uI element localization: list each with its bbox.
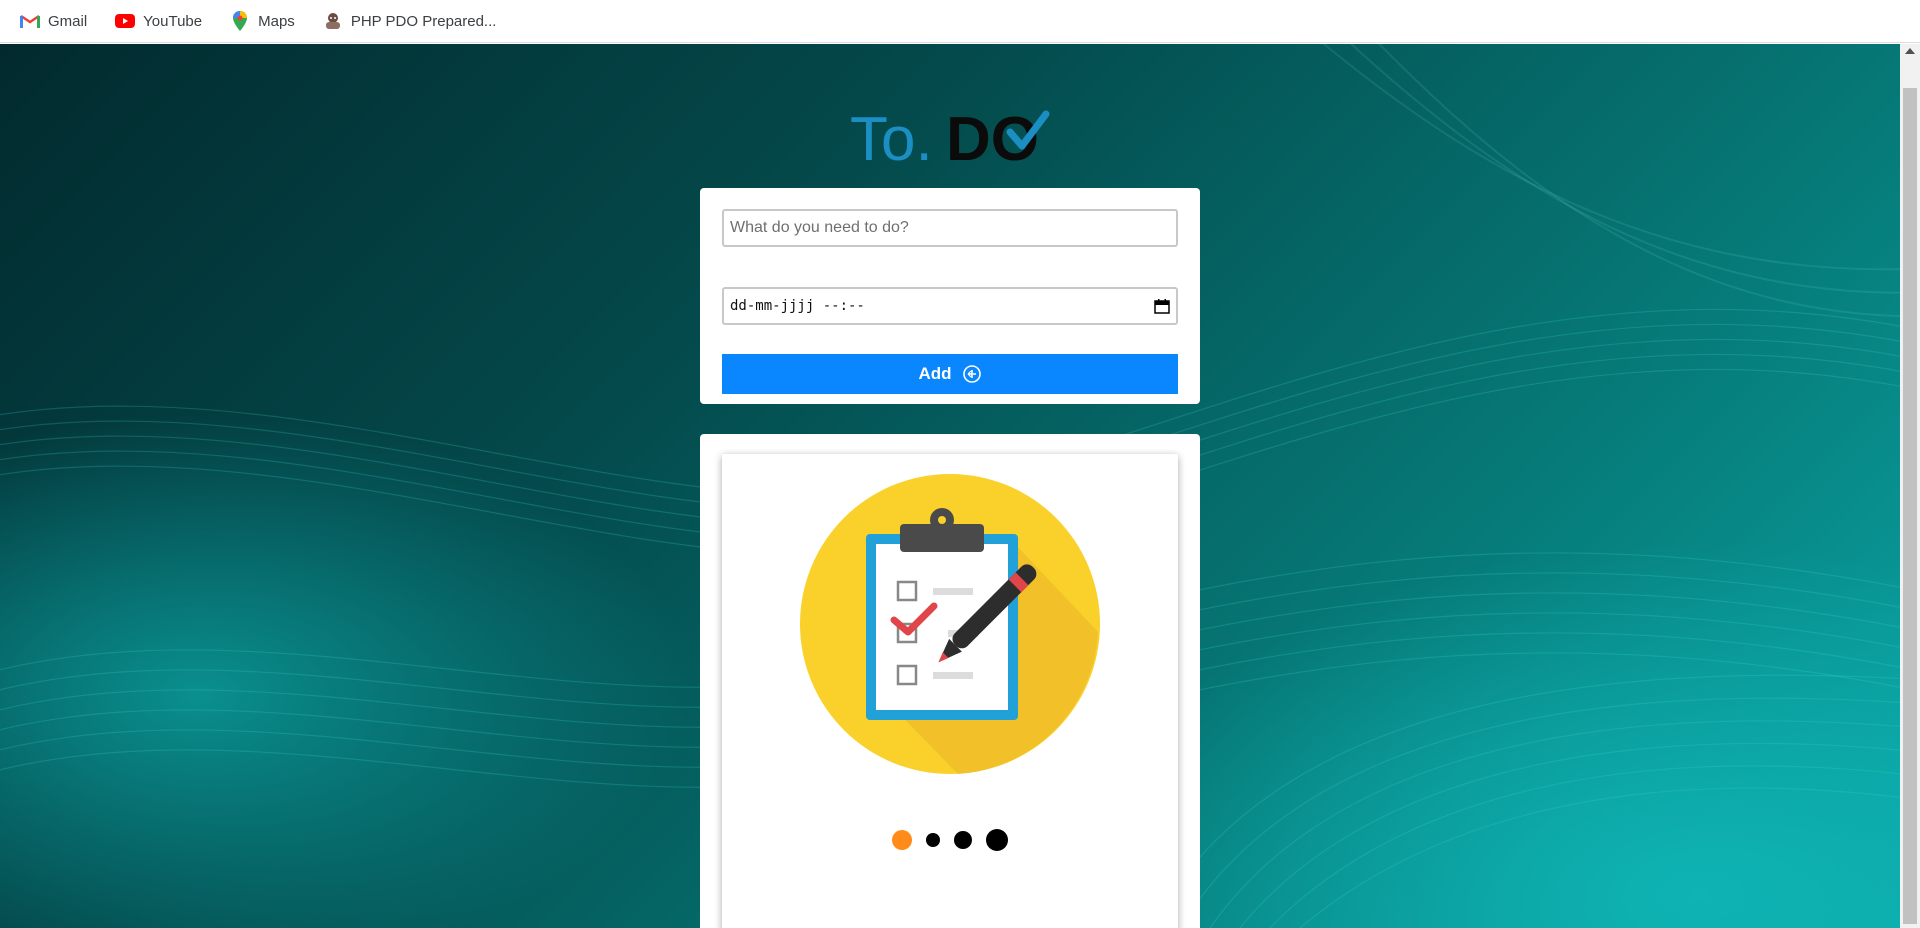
scroll-up-arrow-icon[interactable] [1905, 48, 1915, 54]
maps-pin-icon [230, 11, 250, 31]
empty-state-carousel [722, 454, 1178, 928]
bookmark-label: Maps [258, 12, 295, 30]
bookmark-youtube[interactable]: YouTube [109, 7, 208, 35]
carousel-dot[interactable] [926, 833, 940, 847]
logo-text-light: To. [850, 105, 933, 172]
todo-logo: To. DO [850, 105, 1050, 172]
vertical-scrollbar[interactable] [1900, 44, 1920, 928]
page-background: To. DO dd-mm-jjjj --:-- Add [0, 44, 1920, 928]
bookmark-label: YouTube [143, 12, 203, 30]
add-button[interactable]: Add [722, 354, 1178, 394]
bookmark-label: Gmail [48, 12, 88, 30]
carousel-dot[interactable] [892, 830, 912, 850]
bookmark-maps[interactable]: Maps [224, 7, 301, 35]
scroll-thumb[interactable] [1903, 88, 1917, 924]
bookmarks-bar: Gmail YouTube Maps PHP PDO Prepared... [0, 0, 1920, 43]
site-favicon-icon [323, 11, 343, 31]
add-button-label: Add [918, 364, 952, 383]
carousel-dot[interactable] [986, 829, 1008, 851]
clipboard-checklist-icon [800, 474, 1100, 774]
carousel-dots [722, 829, 1178, 851]
datetime-placeholder: dd-mm-jjjj --:-- [730, 298, 865, 314]
bookmark-label: PHP PDO Prepared... [350, 12, 497, 30]
calendar-icon[interactable] [1154, 298, 1170, 314]
gmail-icon [20, 11, 40, 31]
add-todo-form: dd-mm-jjjj --:-- Add [700, 188, 1200, 404]
carousel-dot[interactable] [954, 831, 972, 849]
add-circle-icon [962, 365, 981, 383]
bookmark-php-pdo[interactable]: PHP PDO Prepared... [317, 7, 503, 35]
bookmark-gmail[interactable]: Gmail [14, 7, 93, 35]
todo-text-input[interactable] [722, 209, 1178, 247]
youtube-icon [115, 11, 136, 31]
due-datetime-input[interactable]: dd-mm-jjjj --:-- [722, 287, 1178, 325]
todo-list-card [700, 434, 1200, 928]
